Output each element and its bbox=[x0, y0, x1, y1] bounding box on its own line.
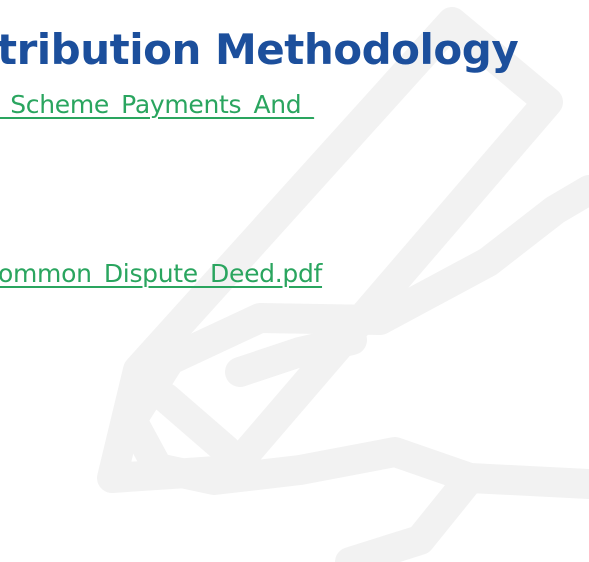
scheme-payments-document-link[interactable]: _Scheme_Payments_And_ bbox=[0, 90, 314, 119]
common-dispute-deed-link[interactable]: ommon_Dispute_Deed.pdf bbox=[0, 259, 322, 288]
section-heading: tribution Methodology bbox=[0, 25, 519, 74]
document-page: tribution Methodology _Scheme_Payments_A… bbox=[0, 0, 589, 562]
